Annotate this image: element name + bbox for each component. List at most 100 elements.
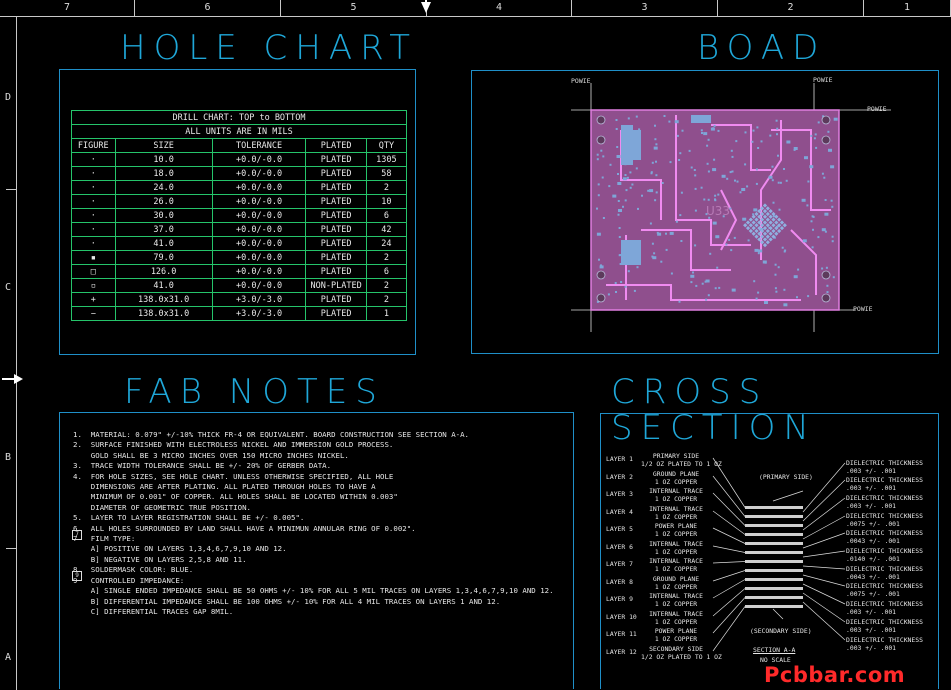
pcb-pad	[775, 119, 778, 122]
pcb-pad	[783, 303, 788, 307]
cs-copper-layer	[745, 596, 803, 599]
fab-note-line: 1. MATERIAL: 0.079" +/-10% THICK FR-4 OR…	[73, 430, 470, 439]
drill-cell-qty: 6	[365, 208, 408, 223]
pcb-pad	[725, 243, 728, 246]
drill-cell-qty: 1305	[365, 152, 408, 167]
fab-note-line: GOLD SHALL BE 3 MICRO INCHES OVER 150 MI…	[73, 450, 349, 460]
drill-chart-subtitle: ALL UNITS ARE IN MILS	[71, 124, 407, 139]
drill-cell-size: 41.0	[114, 278, 213, 293]
zone-left-a: A	[4, 652, 12, 663]
pcb-pad	[754, 248, 759, 252]
cs-copper-layer	[745, 524, 803, 527]
pcb-pad	[827, 130, 830, 133]
mounting-hole	[596, 270, 606, 280]
pcb-pad	[651, 242, 654, 245]
zone-top-5: 3	[572, 0, 718, 16]
pcb-pad	[785, 179, 788, 182]
drill-header-qty: QTY	[365, 138, 408, 153]
pcb-pad	[760, 140, 763, 143]
fab-note-line: 8. SOLDERMASK COLOR: BLUE.	[73, 565, 194, 575]
fab-note-line: 7 FILM TYPE:	[73, 534, 136, 544]
pcb-pad	[716, 266, 719, 269]
pcb-pad	[823, 176, 826, 179]
section-label: SECTION A-A	[753, 646, 796, 654]
cs-dielectric-leader	[802, 462, 846, 513]
pcb-pad	[728, 238, 731, 241]
pcb-pad	[703, 198, 706, 201]
pcb-pad	[637, 207, 639, 210]
drill-row: · 41.0 +0.0/-0.0 PLATED 24	[71, 236, 408, 251]
pcb-pad	[809, 165, 814, 169]
mounting-hole	[821, 270, 831, 280]
pcb-pad	[824, 199, 827, 201]
pcb-pad	[751, 140, 754, 143]
pcb-pad	[783, 168, 785, 170]
drill-row: −138.0x31.0 +3.0/-3.0 PLATED 1	[71, 306, 408, 321]
pcb-pad	[618, 227, 621, 229]
pcb-pad	[739, 191, 742, 194]
pcb-pad	[710, 127, 715, 131]
cs-layer-leader	[712, 579, 746, 599]
pcb-pad	[707, 294, 710, 297]
pcb-pad	[772, 201, 775, 204]
pcb-pad	[625, 189, 628, 192]
pcb-pad	[629, 171, 632, 174]
pcb-pad	[756, 126, 759, 129]
pcb-pad	[731, 288, 736, 292]
drill-header-plated: PLATED	[305, 138, 367, 153]
pcb-pad	[774, 287, 777, 290]
pcb-pad	[757, 252, 760, 255]
pcb-pad	[741, 188, 746, 191]
fab-note-line: DIMENSIONS ARE AFTER PLATING. ALL PLATED…	[73, 482, 376, 492]
drill-cell-figure: □	[71, 264, 116, 279]
cs-dielectric-leader	[802, 497, 846, 531]
cs-copper-layer	[745, 587, 803, 590]
drill-cell-plated: PLATED	[305, 166, 367, 181]
fab-note-line: DIAMETER OF GEOMETRIC TRUE POSITION.	[73, 502, 251, 512]
drill-cell-size: 126.0	[114, 264, 213, 279]
cs-dielectric-leader	[802, 574, 846, 587]
drill-row: · 18.0 +0.0/-0.0 PLATED 58	[71, 166, 408, 181]
zone-top-1: 7	[0, 0, 135, 16]
zone-top-3: 5	[281, 0, 427, 16]
pcb-pad	[814, 133, 817, 136]
secondary-side-label: (SECONDARY SIDE)	[750, 627, 812, 635]
pcb-pad	[715, 235, 720, 239]
pcb-pad	[617, 200, 620, 202]
zone-left-tick	[6, 189, 16, 190]
watermark-logo: Pcbbar.com	[764, 663, 906, 687]
drill-cell-size: 18.0	[114, 166, 213, 181]
cs-copper-layer	[745, 560, 803, 563]
zone-left-tick	[6, 548, 16, 549]
pcb-pad	[694, 209, 697, 212]
pcb-pad	[650, 172, 653, 175]
cs-copper-layer	[745, 551, 803, 554]
pcb-pad	[793, 275, 798, 279]
pcb-pad	[649, 222, 652, 225]
cs-layer-leader	[712, 527, 746, 544]
pcb-pad	[631, 130, 641, 160]
pcb-pad	[713, 124, 716, 127]
board-callout-3: POWIE	[867, 105, 887, 113]
pcb-pad	[730, 149, 733, 152]
pcb-pad	[774, 263, 777, 266]
pcb-pad	[607, 293, 610, 296]
board-ic-label: U33	[706, 204, 730, 218]
drill-cell-tolerance: +3.0/-3.0	[211, 306, 307, 321]
pcb-pad	[817, 121, 820, 124]
pcb-pad	[832, 276, 835, 279]
drill-cell-qty: 6	[365, 264, 408, 279]
pcb-pad	[779, 181, 782, 184]
pcb-pad	[676, 134, 679, 137]
pcb-pad	[712, 221, 717, 225]
pcb-pad	[679, 152, 682, 155]
pcb-pad	[771, 179, 774, 182]
pcb-pad	[753, 280, 756, 283]
side-marker-arrow	[14, 374, 23, 384]
drill-cell-tolerance: +0.0/-0.0	[211, 222, 307, 237]
drill-cell-tolerance: +0.0/-0.0	[211, 166, 307, 181]
drill-cell-size: 26.0	[114, 194, 213, 209]
pcb-pad	[734, 179, 736, 182]
pcb-pad	[793, 148, 796, 151]
drill-cell-tolerance: +0.0/-0.0	[211, 208, 307, 223]
